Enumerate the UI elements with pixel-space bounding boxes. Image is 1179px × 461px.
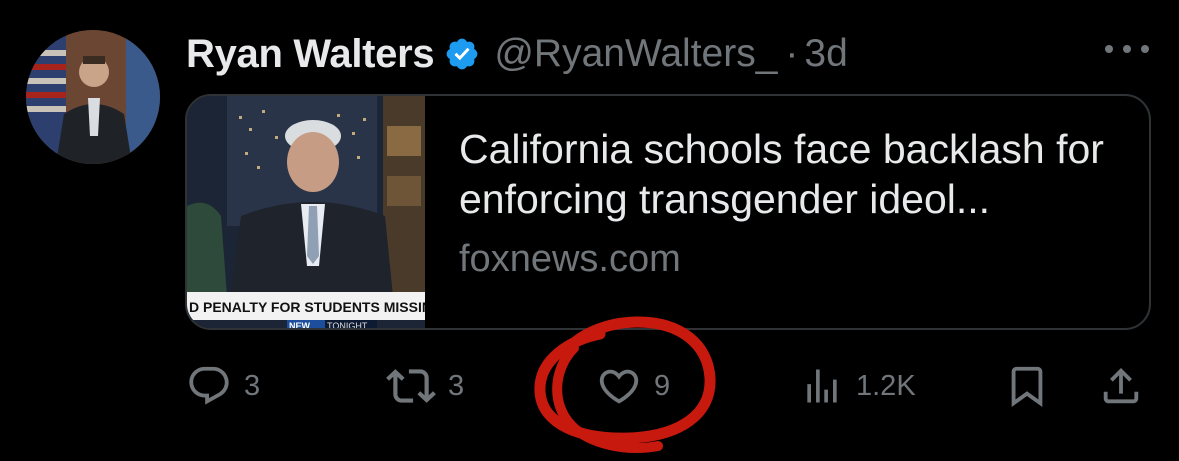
views-count: 1.2K [856, 369, 916, 402]
repost-count: 3 [448, 369, 465, 402]
repost-button[interactable]: 3 [386, 356, 464, 416]
reply-button[interactable]: 3 [186, 356, 260, 416]
tweet-header: Ryan Walters @RyanWalters_ · 3d [186, 26, 848, 82]
heart-icon [596, 363, 642, 409]
share-icon [1098, 363, 1144, 409]
action-bar: 3 3 9 1.2K [186, 356, 1146, 416]
verified-badge-icon[interactable] [444, 36, 480, 72]
bookmark-button[interactable] [1004, 356, 1050, 416]
display-name[interactable]: Ryan Walters [186, 32, 435, 77]
reply-count: 3 [244, 369, 261, 402]
ticker-text: D PENALTY FOR STUDENTS MISSING TRA [189, 299, 425, 315]
separator-dot: · [785, 32, 799, 75]
bookmark-icon [1004, 363, 1050, 409]
user-handle[interactable]: @RyanWalters_ [494, 32, 777, 76]
card-text[interactable]: California schools face backlash for enf… [459, 124, 1139, 281]
like-button[interactable]: 9 [596, 356, 670, 416]
avatar[interactable] [26, 30, 160, 164]
repost-icon [386, 361, 436, 411]
like-count: 9 [654, 369, 671, 402]
tweet[interactable]: Ryan Walters @RyanWalters_ · 3d D PENALT… [0, 0, 1179, 461]
network-badge-tonight: TONIGHT [327, 321, 368, 330]
card-title[interactable]: California schools face backlash for enf… [459, 124, 1139, 224]
views-button[interactable]: 1.2K [800, 356, 916, 416]
reply-icon [186, 363, 232, 409]
network-badge: NEW [289, 321, 311, 330]
card-thumbnail: D PENALTY FOR STUDENTS MISSING TRA NEW T… [187, 96, 425, 330]
timestamp[interactable]: 3d [804, 32, 847, 76]
share-button[interactable] [1098, 356, 1144, 416]
card-domain[interactable]: foxnews.com [459, 238, 1139, 281]
link-card[interactable]: D PENALTY FOR STUDENTS MISSING TRA NEW T… [185, 94, 1151, 330]
views-icon [800, 364, 844, 408]
more-icon[interactable] [1105, 34, 1149, 64]
